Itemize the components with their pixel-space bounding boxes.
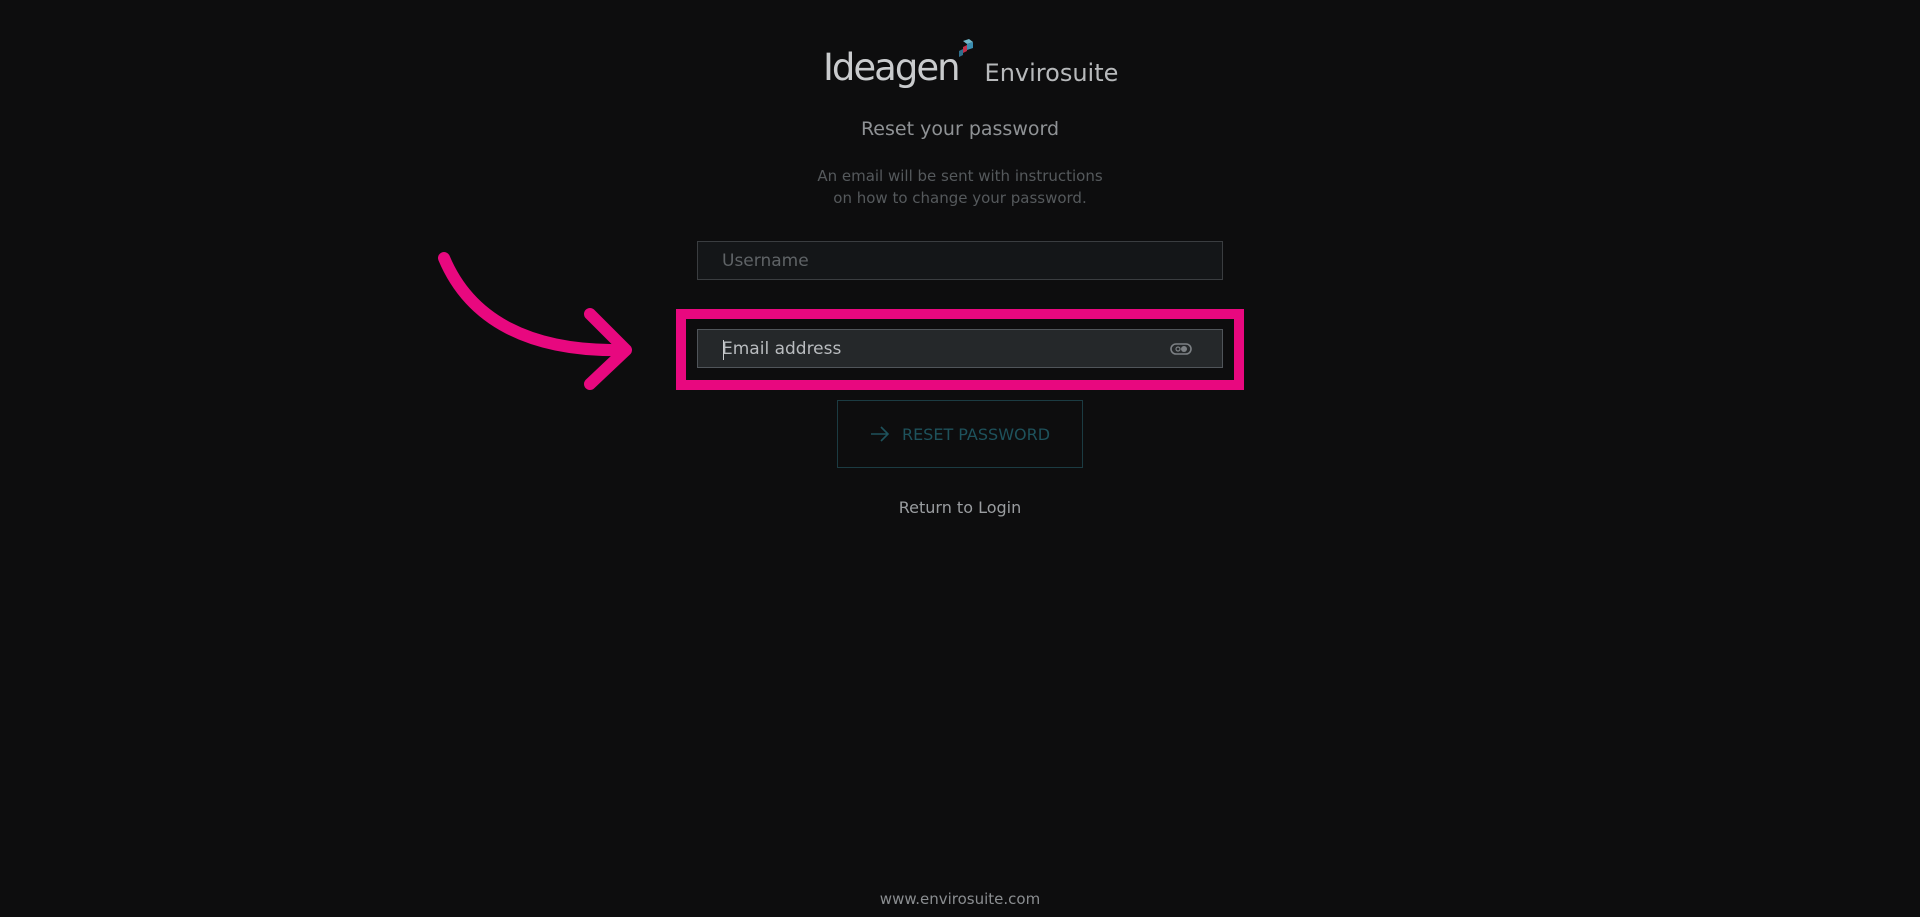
- logo-envirosuite: Envirosuite: [984, 59, 1119, 87]
- page-title: Reset your password: [860, 118, 1060, 140]
- return-to-login-container: Return to Login: [0, 498, 1920, 517]
- arrow-right-icon: [870, 426, 890, 442]
- subtitle-line-2: on how to change your password.: [833, 189, 1087, 207]
- footer-website[interactable]: www.envirosuite.com: [0, 890, 1920, 908]
- logo-mark-icon: [958, 39, 973, 57]
- text-cursor: [723, 340, 724, 360]
- logo-ideagen: Ideagen: [823, 39, 973, 90]
- brand-logo: Ideagen Envirosuite: [823, 30, 1118, 90]
- reset-password-page: Ideagen Envirosuite Reset your password …: [0, 0, 1920, 917]
- reset-password-button[interactable]: RESET PASSWORD: [837, 400, 1083, 468]
- username-input[interactable]: [698, 242, 1222, 279]
- username-field-container: [697, 241, 1223, 280]
- subtitle-line-1: An email will be sent with instructions: [817, 167, 1103, 185]
- password-toggle-icon[interactable]: [1170, 342, 1192, 356]
- return-to-login-link[interactable]: Return to Login: [899, 498, 1022, 517]
- reset-password-label: RESET PASSWORD: [901, 424, 1051, 444]
- email-input[interactable]: [698, 330, 1170, 367]
- annotation-arrow-icon: [438, 252, 632, 390]
- email-field-container: [697, 329, 1223, 368]
- page-subtitle: An email will be sent with instructions …: [0, 165, 1920, 209]
